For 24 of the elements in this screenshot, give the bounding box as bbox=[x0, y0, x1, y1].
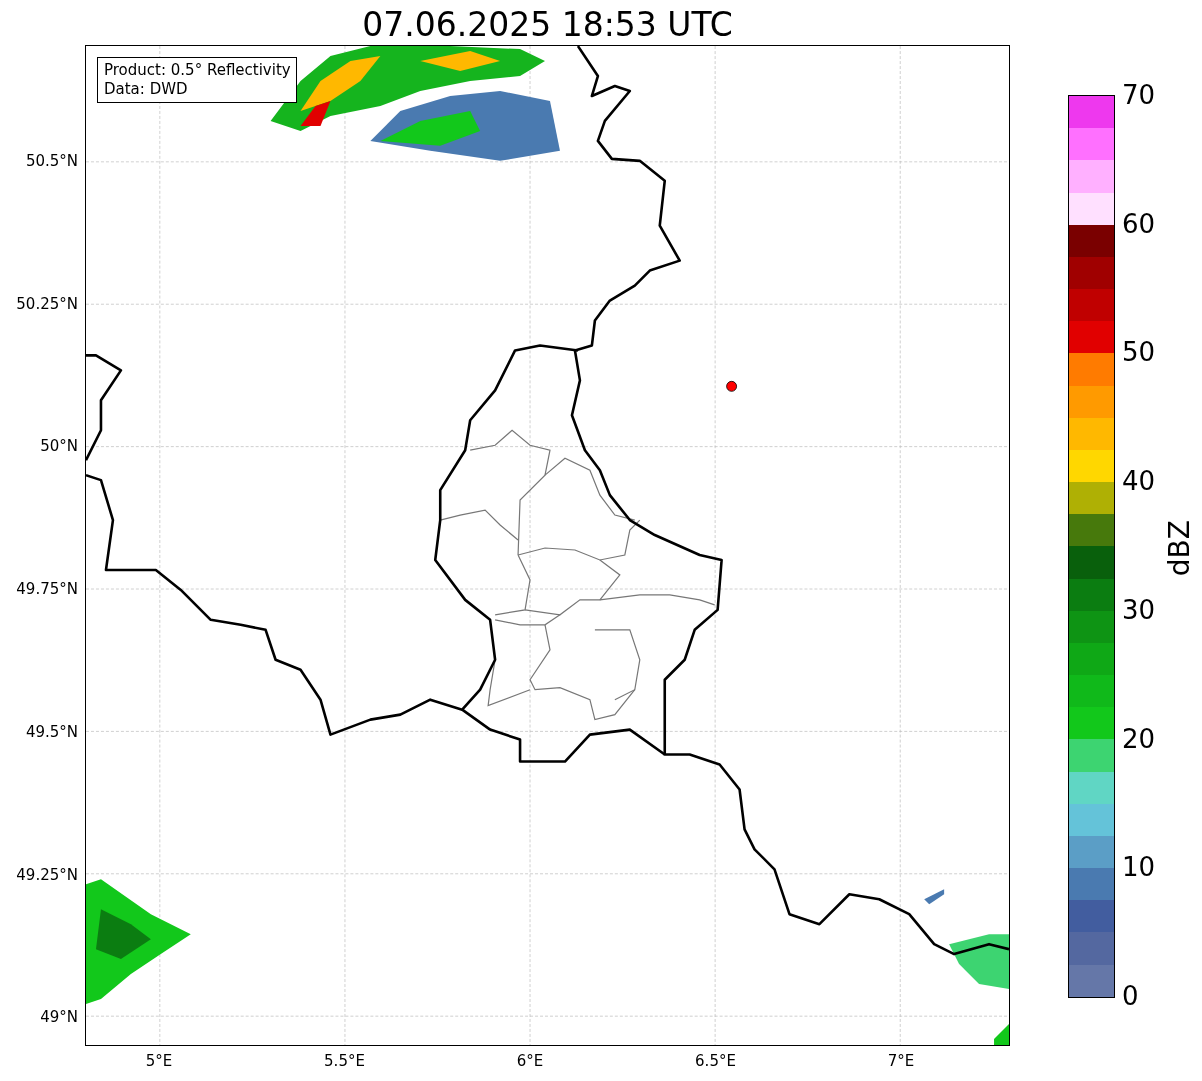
latitude-label: 49.5°N bbox=[25, 721, 78, 742]
latitude-label: 50°N bbox=[40, 436, 78, 457]
longitude-label: 6°E bbox=[515, 1051, 545, 1071]
longitude-label: 6.5°E bbox=[694, 1051, 737, 1071]
info-line: Product: 0.5° Reflectivity bbox=[104, 61, 291, 80]
plot-title: 07.06.2025 18:53 UTC bbox=[361, 4, 734, 46]
colorbar-tick-label: 30 bbox=[1122, 593, 1156, 627]
colorbar-tick-label: 70 bbox=[1122, 79, 1156, 112]
info-line: Data: DWD bbox=[104, 80, 189, 99]
colorbar-tick-label: 40 bbox=[1122, 465, 1156, 499]
longitude-label: 5.5°E bbox=[323, 1051, 366, 1071]
latitude-label: 49.75°N bbox=[16, 579, 78, 600]
colorbar-tick-label: 50 bbox=[1122, 336, 1156, 370]
colorbar-tick-label: 10 bbox=[1122, 851, 1156, 885]
colorbar-tick-label: 20 bbox=[1122, 722, 1156, 756]
longitude-label: 7°E bbox=[886, 1051, 916, 1071]
colorbar-tick-label: 60 bbox=[1122, 207, 1156, 241]
latitude-label: 50.5°N bbox=[25, 151, 78, 171]
latitude-label: 49°N bbox=[40, 1007, 78, 1028]
latitude-label: 50.25°N bbox=[16, 293, 78, 314]
latitude-label: 49.25°N bbox=[16, 864, 78, 885]
colorbar-tick-label: 0 bbox=[1122, 980, 1139, 1013]
colorbar-label: dBZ bbox=[1163, 520, 1197, 577]
longitude-label: 5°E bbox=[144, 1051, 174, 1071]
